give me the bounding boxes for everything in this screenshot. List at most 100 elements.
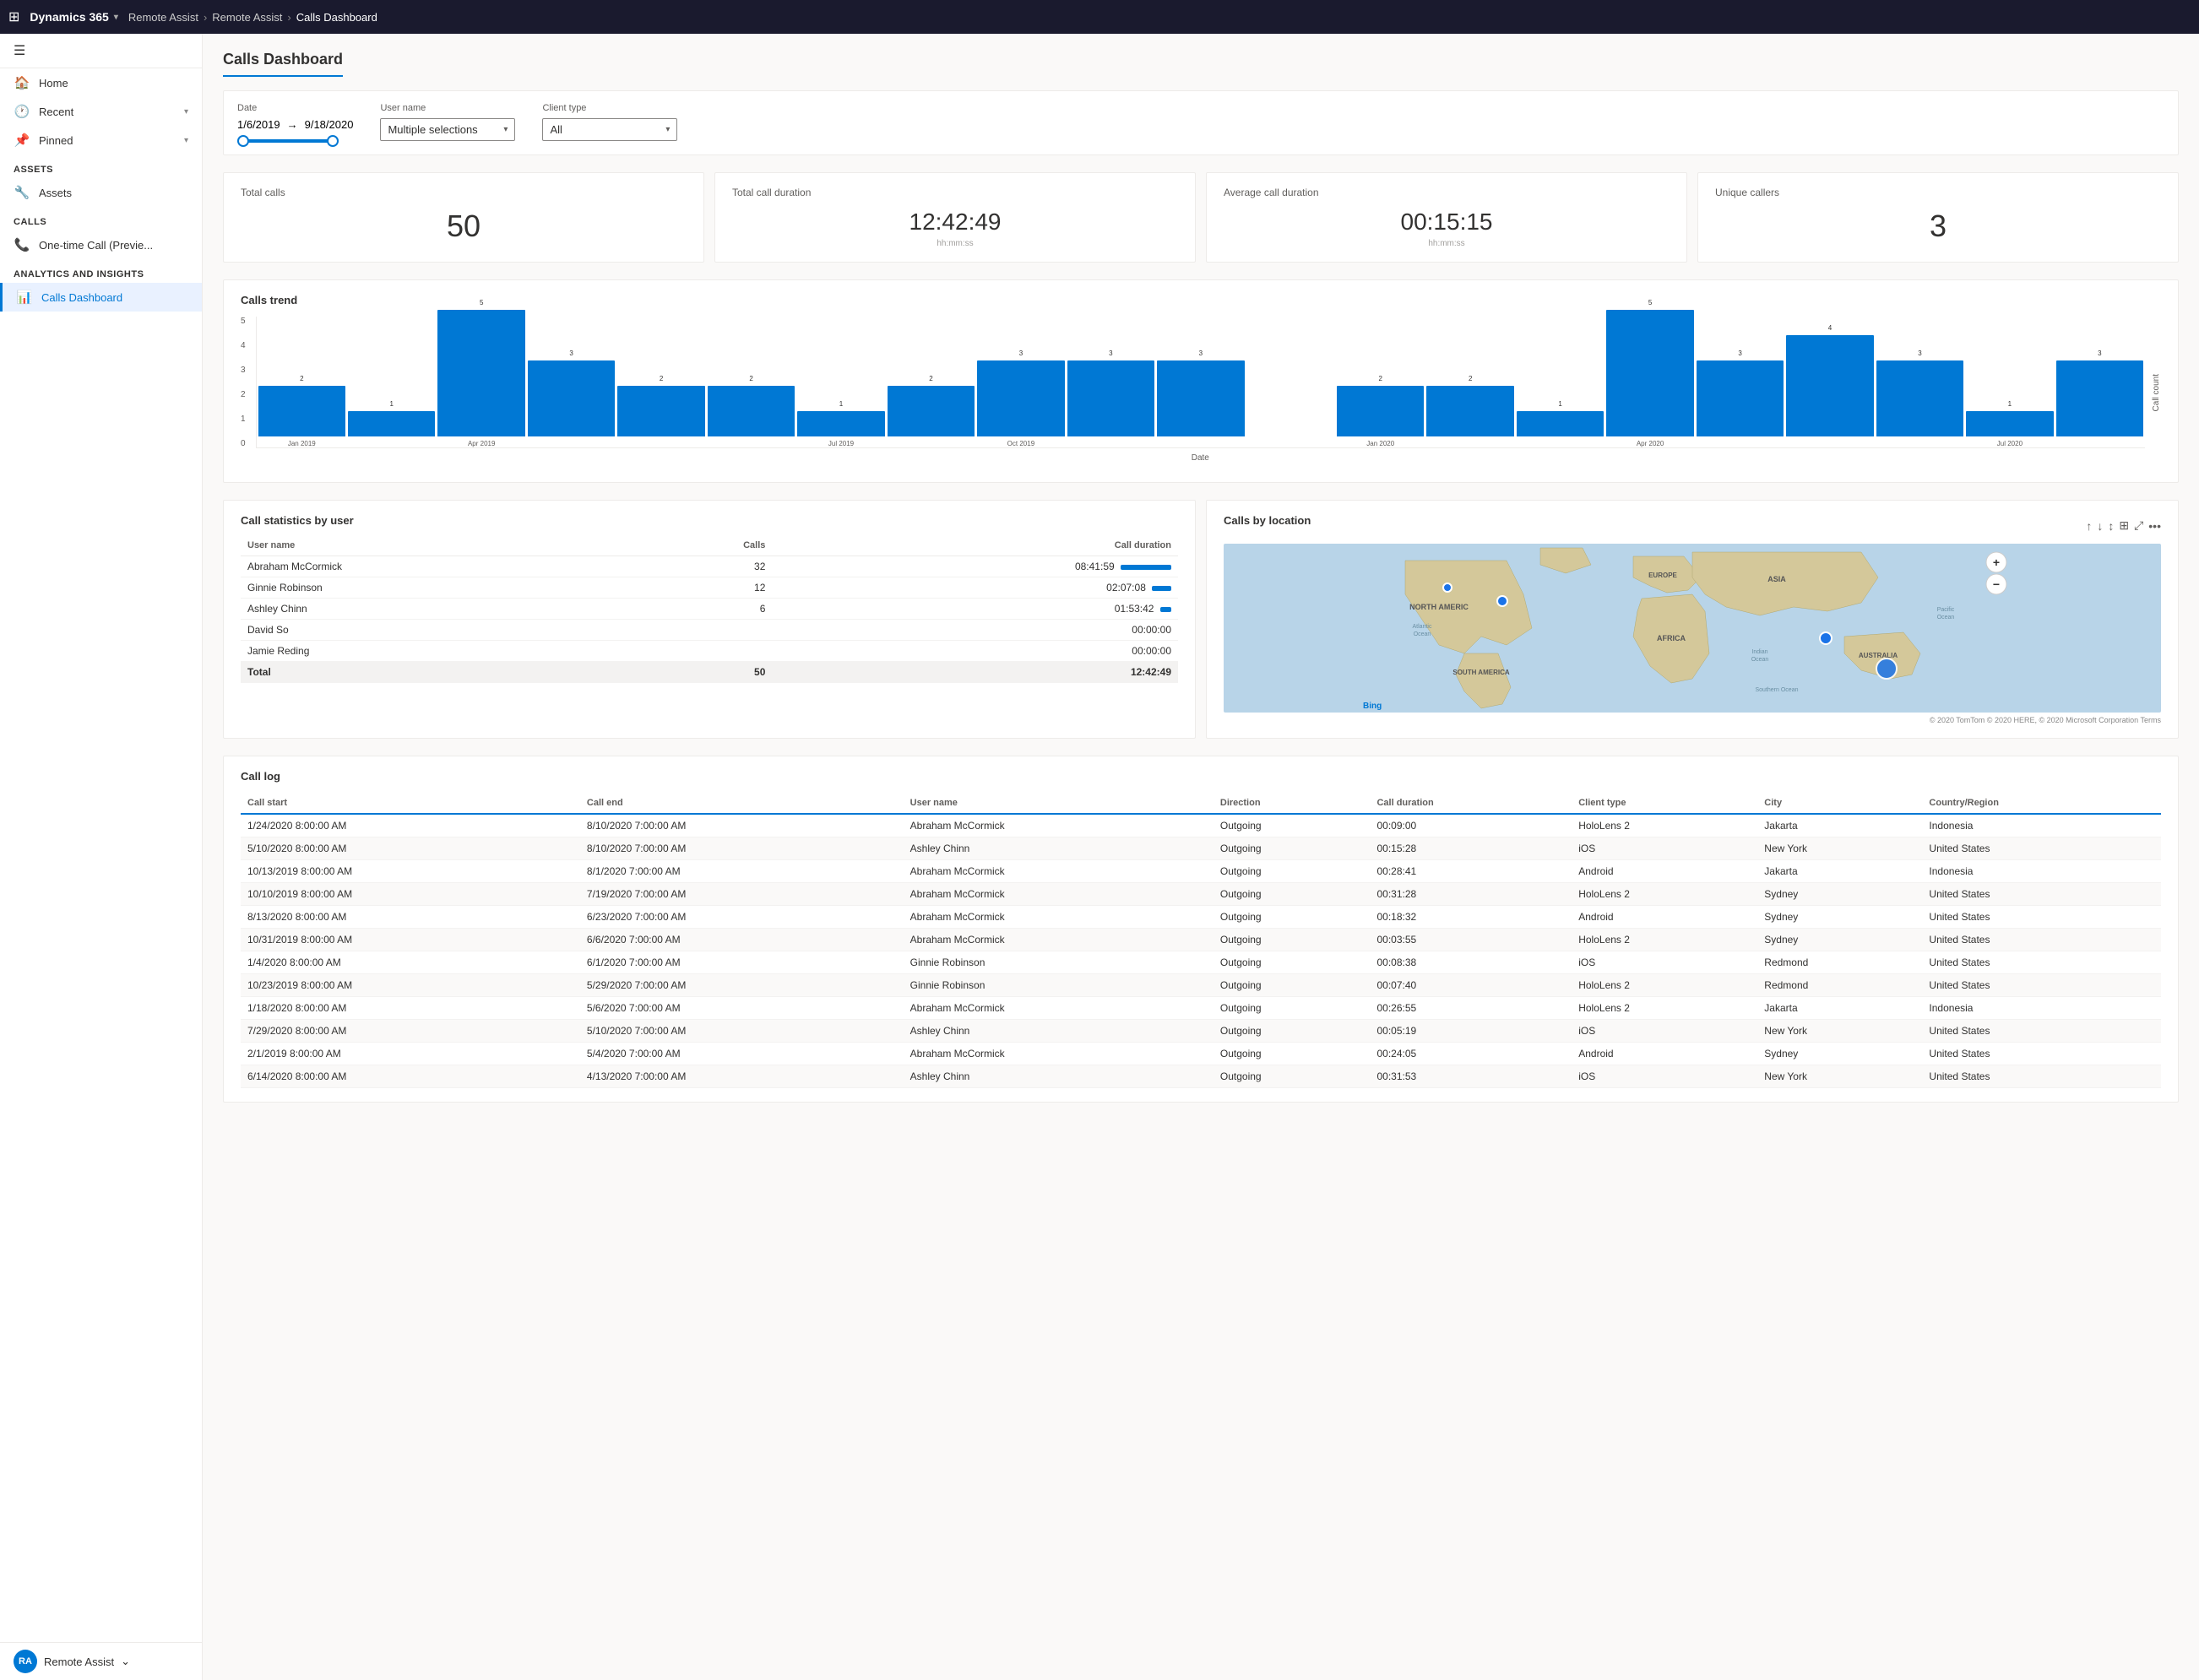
log-direction: Outgoing bbox=[1214, 929, 1371, 951]
col-city: City bbox=[1757, 793, 1922, 814]
log-direction: Outgoing bbox=[1214, 1065, 1371, 1088]
log-start: 6/14/2020 8:00:00 AM bbox=[241, 1065, 580, 1088]
log-city: Sydney bbox=[1757, 929, 1922, 951]
log-city: Redmond bbox=[1757, 974, 1922, 997]
sidebar-footer[interactable]: RA Remote Assist ⌄ bbox=[0, 1642, 202, 1680]
sidebar-footer-label: Remote Assist bbox=[44, 1656, 114, 1668]
log-client: iOS bbox=[1572, 1065, 1757, 1088]
sidebar-item-calls-dashboard[interactable]: 📊 Calls Dashboard bbox=[0, 283, 202, 312]
log-client: HoloLens 2 bbox=[1572, 883, 1757, 906]
log-direction: Outgoing bbox=[1214, 1020, 1371, 1043]
chart-icon: 📊 bbox=[16, 290, 33, 305]
col-client-type: Client type bbox=[1572, 793, 1757, 814]
col-call-duration: Call duration bbox=[1370, 793, 1572, 814]
hamburger-icon[interactable]: ☰ bbox=[0, 34, 202, 68]
log-end: 8/10/2020 7:00:00 AM bbox=[580, 814, 904, 837]
duration-bar bbox=[1121, 565, 1171, 570]
log-user: Abraham McCormick bbox=[904, 997, 1214, 1020]
date-slider[interactable] bbox=[237, 139, 353, 143]
username-filter-label: User name bbox=[380, 103, 515, 113]
log-country: Indonesia bbox=[1922, 860, 2161, 883]
app-brand[interactable]: Dynamics 365 ▾ bbox=[30, 10, 117, 24]
client-type-dropdown[interactable]: All ▾ bbox=[542, 118, 677, 141]
section-header-assets: Assets bbox=[0, 154, 202, 178]
log-city: New York bbox=[1757, 837, 1922, 860]
log-client: Android bbox=[1572, 1043, 1757, 1065]
log-duration: 00:07:40 bbox=[1370, 974, 1572, 997]
col-direction: Direction bbox=[1214, 793, 1371, 814]
bar-group: 5Apr 2020 bbox=[1606, 299, 1693, 447]
log-city: New York bbox=[1757, 1020, 1922, 1043]
log-country: United States bbox=[1922, 974, 2161, 997]
sidebar-item-recent[interactable]: 🕐 Recent ▾ bbox=[0, 97, 202, 126]
log-duration: 00:05:19 bbox=[1370, 1020, 1572, 1043]
kpi-total-duration-subtitle: hh:mm:ss bbox=[732, 239, 1178, 248]
total-label: Total bbox=[241, 662, 640, 683]
sidebar-item-assets[interactable]: 🔧 Assets bbox=[0, 178, 202, 207]
map-sort-asc-icon[interactable]: ↑ bbox=[2086, 519, 2092, 533]
bar-value-label: 3 bbox=[1109, 350, 1112, 358]
slider-thumb-right[interactable] bbox=[327, 135, 339, 147]
duration-cell: 01:53:42 bbox=[772, 599, 1178, 620]
log-direction: Outgoing bbox=[1214, 951, 1371, 974]
bar-group: 2. bbox=[888, 375, 975, 447]
chart-y-label: Call count bbox=[2152, 374, 2161, 411]
bar bbox=[1426, 386, 1513, 436]
log-user: Abraham McCormick bbox=[904, 929, 1214, 951]
bar-value-label: 1 bbox=[2008, 400, 2012, 409]
log-country: United States bbox=[1922, 1020, 2161, 1043]
bar-group: 4. bbox=[1786, 324, 1873, 447]
col-call-start: Call start bbox=[241, 793, 580, 814]
call-log-row: 2/1/2019 8:00:00 AM 5/4/2020 7:00:00 AM … bbox=[241, 1043, 2161, 1065]
user-name-cell: Ginnie Robinson bbox=[241, 577, 640, 599]
recent-icon: 🕐 bbox=[14, 104, 30, 119]
duration-bar bbox=[1152, 586, 1171, 591]
call-log-row: 1/24/2020 8:00:00 AM 8/10/2020 7:00:00 A… bbox=[241, 814, 2161, 837]
main-content: Calls Dashboard Date 1/6/2019 → 9/18/202… bbox=[203, 34, 2199, 1680]
log-client: HoloLens 2 bbox=[1572, 814, 1757, 837]
duration-bar bbox=[1160, 607, 1171, 612]
map-sort-icon[interactable]: ↕ bbox=[2108, 519, 2114, 533]
log-start: 1/18/2020 8:00:00 AM bbox=[241, 997, 580, 1020]
total-duration: 12:42:49 bbox=[772, 662, 1178, 683]
bar-month-label: Oct 2019 bbox=[1007, 440, 1034, 447]
map-attribution: © 2020 TomTom © 2020 HERE, © 2020 Micros… bbox=[1224, 716, 2161, 724]
breadcrumb-section[interactable]: Remote Assist bbox=[212, 11, 282, 24]
log-start: 10/13/2019 8:00:00 AM bbox=[241, 860, 580, 883]
log-end: 5/10/2020 7:00:00 AM bbox=[580, 1020, 904, 1043]
log-end: 5/6/2020 7:00:00 AM bbox=[580, 997, 904, 1020]
date-range-display: 1/6/2019 → 9/18/2020 bbox=[237, 118, 353, 131]
sidebar-item-pinned[interactable]: 📌 Pinned ▾ bbox=[0, 126, 202, 154]
username-dropdown[interactable]: Multiple selections ▾ bbox=[380, 118, 515, 141]
col-username: User name bbox=[241, 537, 640, 556]
log-start: 1/24/2020 8:00:00 AM bbox=[241, 814, 580, 837]
calls-trend-section: Calls trend 543210 2Jan 20191.5Apr 20193… bbox=[223, 279, 2179, 483]
bar-value-label: 2 bbox=[929, 375, 932, 383]
svg-text:Bing: Bing bbox=[1363, 702, 1382, 711]
waffle-icon[interactable]: ⊞ bbox=[8, 8, 19, 25]
kpi-total-duration-title: Total call duration bbox=[732, 187, 1178, 198]
map-more-icon[interactable]: ••• bbox=[2148, 519, 2161, 533]
map-expand-icon[interactable]: ⤢ bbox=[2134, 518, 2143, 533]
bar-value-label: 2 bbox=[660, 375, 663, 383]
call-log-row: 6/14/2020 8:00:00 AM 4/13/2020 7:00:00 A… bbox=[241, 1065, 2161, 1088]
log-user: Ashley Chinn bbox=[904, 1065, 1214, 1088]
duration-cell: 00:00:00 bbox=[772, 641, 1178, 662]
map-fit-icon[interactable]: ⊞ bbox=[2119, 518, 2129, 533]
bar-value-label: 3 bbox=[1738, 350, 1741, 358]
bar bbox=[1157, 360, 1244, 436]
call-log-section: Call log Call start Call end User name D… bbox=[223, 756, 2179, 1103]
bar-group: 1. bbox=[1517, 400, 1604, 447]
col-country: Country/Region bbox=[1922, 793, 2161, 814]
col-call-end: Call end bbox=[580, 793, 904, 814]
map-sort-desc-icon[interactable]: ↓ bbox=[2097, 519, 2103, 533]
log-duration: 00:28:41 bbox=[1370, 860, 1572, 883]
log-city: Redmond bbox=[1757, 951, 1922, 974]
sidebar-item-one-time-call[interactable]: 📞 One-time Call (Previe... bbox=[0, 230, 202, 259]
bar bbox=[1697, 360, 1784, 436]
kpi-unique-callers: Unique callers 3 bbox=[1697, 172, 2179, 263]
breadcrumb-module[interactable]: Remote Assist bbox=[128, 11, 198, 24]
slider-thumb-left[interactable] bbox=[237, 135, 249, 147]
sidebar-item-home[interactable]: 🏠 Home bbox=[0, 68, 202, 97]
bar bbox=[1067, 360, 1154, 436]
